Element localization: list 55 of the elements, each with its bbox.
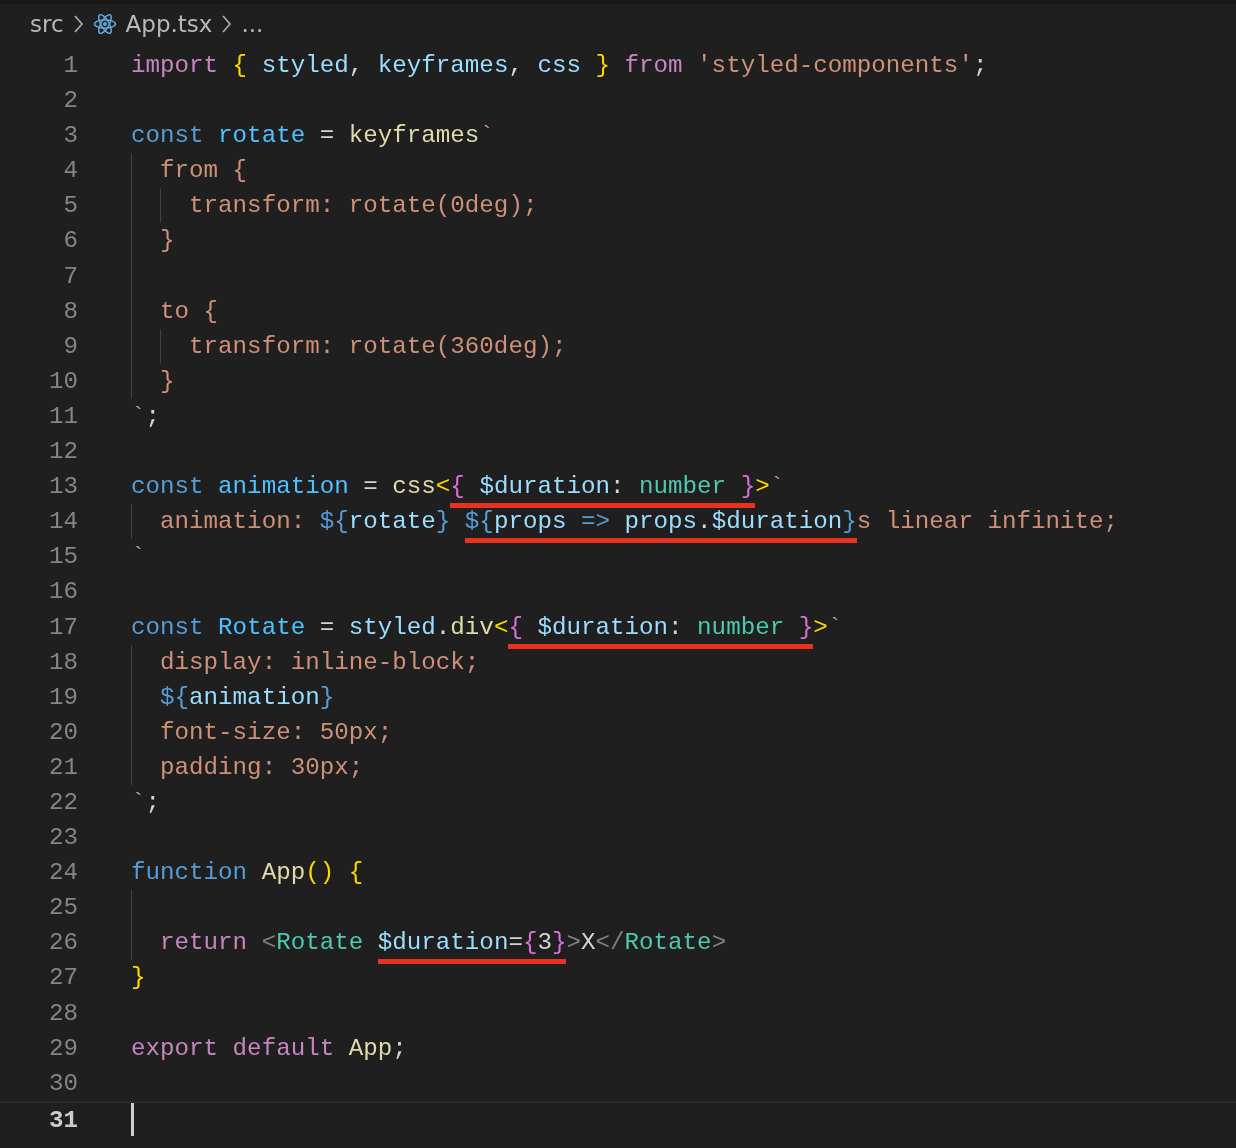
- line-number: 6: [62, 226, 78, 257]
- code-line: import { styled, keyframes, css } from 'styled-components';: [131, 51, 988, 81]
- line-number: 29: [47, 1033, 78, 1064]
- code-line: font-size: 50px;: [159, 717, 393, 748]
- line-number: 3: [62, 121, 78, 152]
- code-line: transform: rotate(0deg);: [188, 191, 538, 222]
- line-number: 15: [47, 542, 78, 573]
- line-number: 8: [62, 296, 78, 327]
- line-number: 4: [62, 156, 78, 187]
- line-number: 16: [47, 577, 78, 608]
- chevron-right-icon: [221, 14, 233, 34]
- line-number: 25: [47, 893, 78, 924]
- code-line: }: [159, 366, 175, 397]
- code-line: from {: [159, 156, 248, 187]
- code-line: padding: 30px;: [159, 752, 364, 783]
- line-number: 20: [47, 717, 78, 748]
- code-line: export default App;: [131, 1033, 407, 1064]
- line-number: 14: [47, 507, 78, 538]
- line-number: 12: [47, 437, 78, 468]
- code-line: function App() {: [131, 858, 364, 889]
- line-number: 9: [62, 331, 78, 362]
- code-line: to {: [159, 296, 219, 327]
- line-number: 7: [62, 261, 78, 292]
- line-number: 27: [47, 963, 78, 994]
- breadcrumb-item[interactable]: App.tsx: [125, 11, 213, 37]
- code-line: display: inline-block;: [159, 647, 480, 678]
- line-number: 26: [47, 928, 78, 959]
- line-number: 5: [62, 191, 78, 222]
- line-number: 17: [47, 612, 78, 643]
- chevron-right-icon: [72, 14, 84, 34]
- line-number: 10: [47, 366, 78, 397]
- react-atom-icon: [92, 12, 117, 36]
- line-number: 30: [47, 1068, 78, 1099]
- code-line: `: [131, 542, 146, 573]
- code-line: ${animation}: [159, 682, 335, 713]
- line-number: 22: [47, 787, 78, 818]
- breadcrumb-item[interactable]: src: [30, 11, 64, 37]
- line-number: 13: [47, 472, 78, 503]
- line-number: 18: [47, 647, 78, 678]
- line-number: 2: [62, 86, 78, 117]
- code-line: transform: rotate(360deg);: [188, 331, 567, 362]
- code-line: }: [159, 226, 175, 257]
- line-number: 28: [47, 998, 78, 1029]
- line-number: 31: [47, 1105, 78, 1136]
- breadcrumb-item[interactable]: ...: [241, 11, 264, 37]
- line-number: 1: [62, 51, 78, 81]
- line-number: 11: [47, 401, 78, 432]
- line-number: 19: [47, 682, 78, 713]
- code-line: `;: [131, 401, 161, 432]
- line-number: 21: [47, 752, 78, 783]
- line-number: 24: [47, 858, 78, 889]
- code-line: `;: [131, 787, 161, 818]
- text-cursor: [131, 1102, 134, 1136]
- line-number: 23: [47, 823, 78, 854]
- code-line: const rotate = keyframes`: [131, 121, 494, 152]
